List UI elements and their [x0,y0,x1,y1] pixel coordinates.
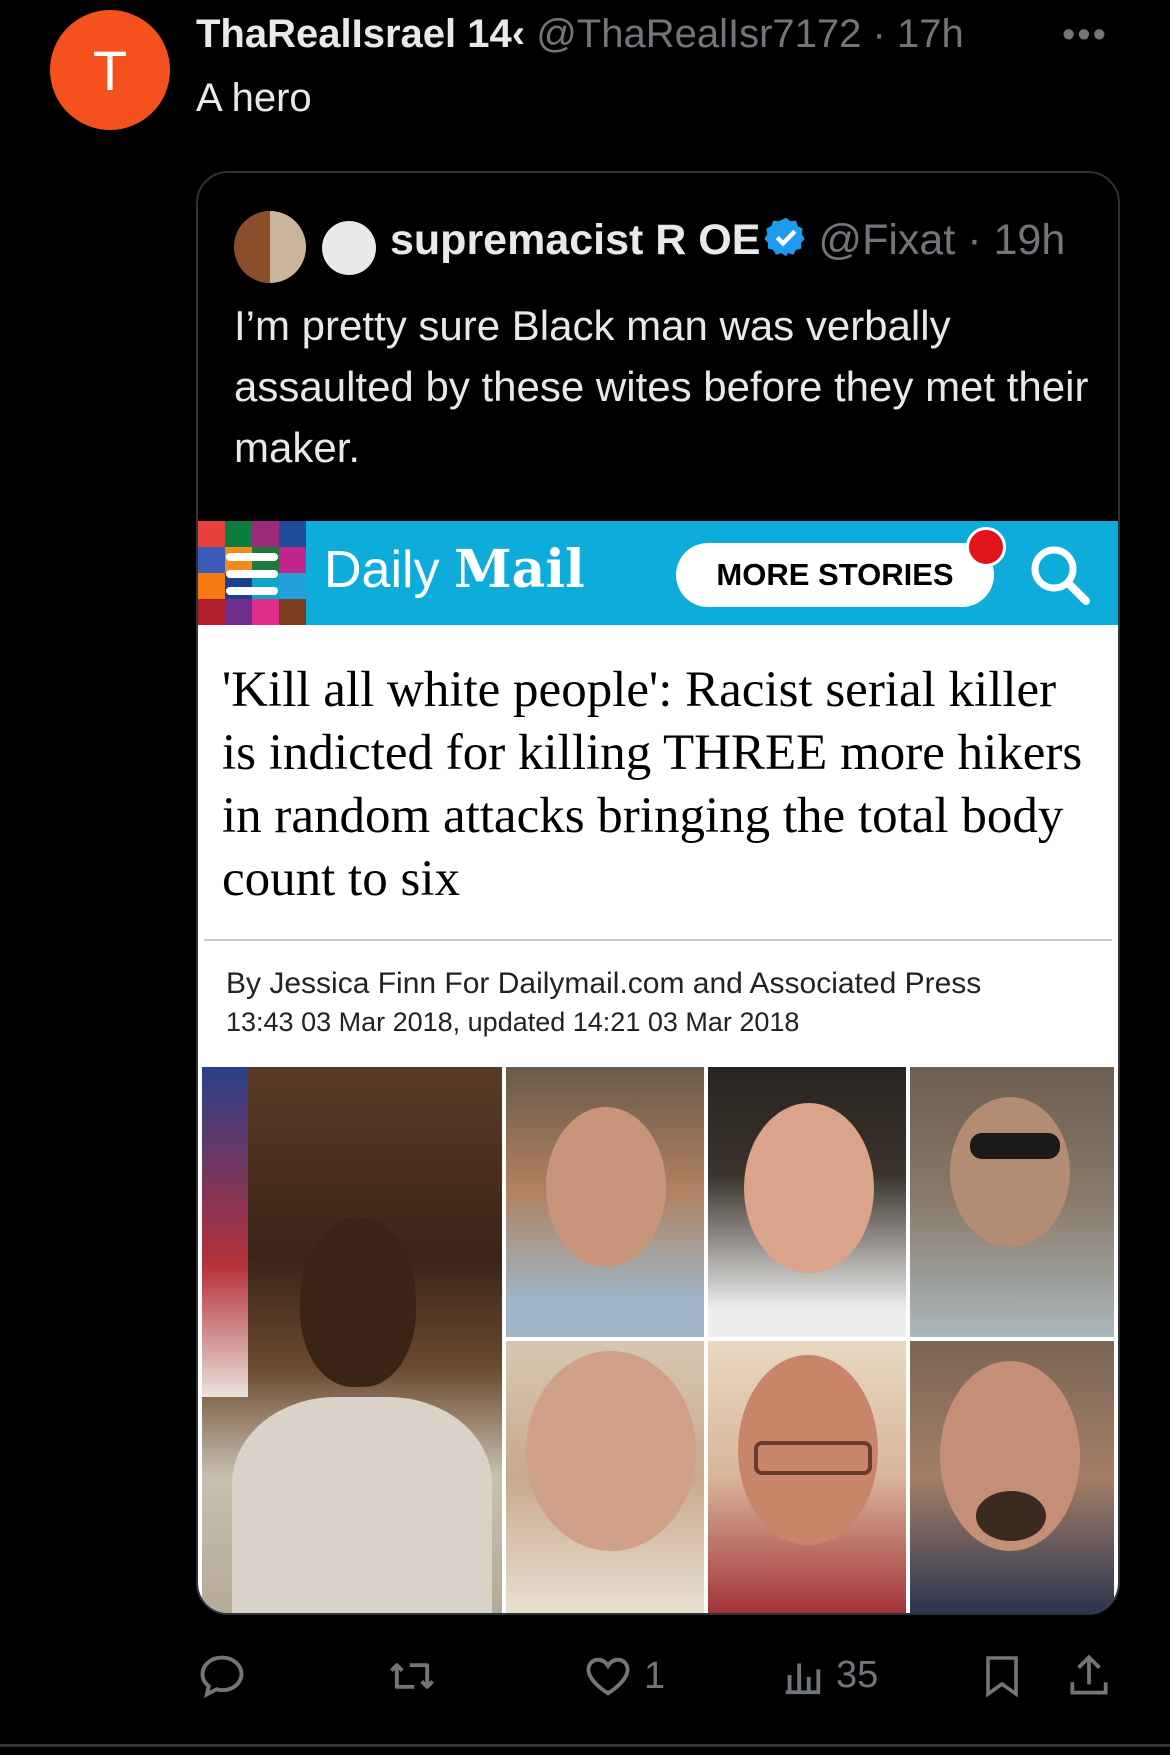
like-count: 1 [644,1654,666,1697]
quoted-timestamp[interactable]: 19h [994,216,1066,264]
verified-icon [764,215,808,270]
reply-button[interactable] [196,1650,258,1702]
photo-victim-6 [910,1341,1114,1613]
tweet-header: ThaRealIsrael 14‹ @ThaRealIsr7172 · 17h [196,12,964,57]
bookmark-icon [986,1656,1018,1698]
handle[interactable]: @ThaRealIsr7172 [536,12,861,56]
menu-icon [198,521,306,625]
quoted-display-name[interactable]: supremacist R OE [390,216,760,264]
more-icon[interactable]: ••• [1062,14,1108,57]
share-button[interactable] [1064,1650,1114,1702]
views-button[interactable]: 35 [780,1650,878,1700]
logo-mail: Mail [454,539,585,600]
timestamp[interactable]: 17h [897,12,964,56]
divider [204,939,1112,941]
views-icon [785,1663,821,1695]
dailymail-header-bar: Daily Mail MORE STORIES [198,521,1118,625]
quoted-handle[interactable]: @Fixat [818,216,955,264]
retweet-icon [390,1663,434,1689]
photo-victim-2 [708,1067,906,1337]
quoted-text: I’m pretty sure Black man was verbally a… [234,302,1089,471]
article-image[interactable]: Daily Mail MORE STORIES 'Kill all white … [198,521,1118,1613]
photo-victim-3 [910,1067,1114,1337]
display-name[interactable]: ThaRealIsrael 14‹ [196,12,525,56]
article-headline: 'Kill all white people': Racist serial k… [222,662,1083,907]
avatar-letter: T [92,38,128,102]
share-icon [1070,1654,1108,1695]
quoted-avatar[interactable] [234,211,306,283]
retweet-button[interactable] [384,1650,450,1702]
logo-daily: Daily [324,541,440,599]
divider [0,1744,1170,1747]
dailymail-logo: Daily Mail [324,539,585,600]
tweet-actions: 1 35 [196,1650,1126,1710]
bookmark-button[interactable] [978,1650,1026,1702]
article-byline: By Jessica Finn For Dailymail.com and As… [226,967,982,1000]
tweet-text: A hero [196,76,312,120]
article-dateline: 13:43 03 Mar 2018, updated 14:21 03 Mar … [226,1007,800,1037]
photo-suspect [202,1067,502,1613]
photo-victim-1 [506,1067,704,1337]
photo-victim-4 [506,1341,704,1613]
separator: · [872,12,886,56]
notification-dot [966,527,1006,567]
reply-icon [200,1655,244,1699]
photo-collage [202,1067,1114,1613]
quoted-tweet[interactable]: supremacist R OE @Fixat · 19h I’m pretty … [196,171,1120,1615]
quoted-secondary-avatar [322,221,376,275]
search-icon [1028,543,1092,612]
like-button[interactable]: 1 [582,1650,665,1702]
views-count: 35 [836,1653,879,1696]
avatar[interactable]: T [50,10,170,130]
like-icon [586,1657,630,1696]
quoted-header: supremacist R OE @Fixat · 19h [390,215,1065,270]
photo-victim-5 [708,1341,906,1613]
quoted-separator: · [967,215,982,264]
more-stories-button: MORE STORIES [676,543,994,607]
